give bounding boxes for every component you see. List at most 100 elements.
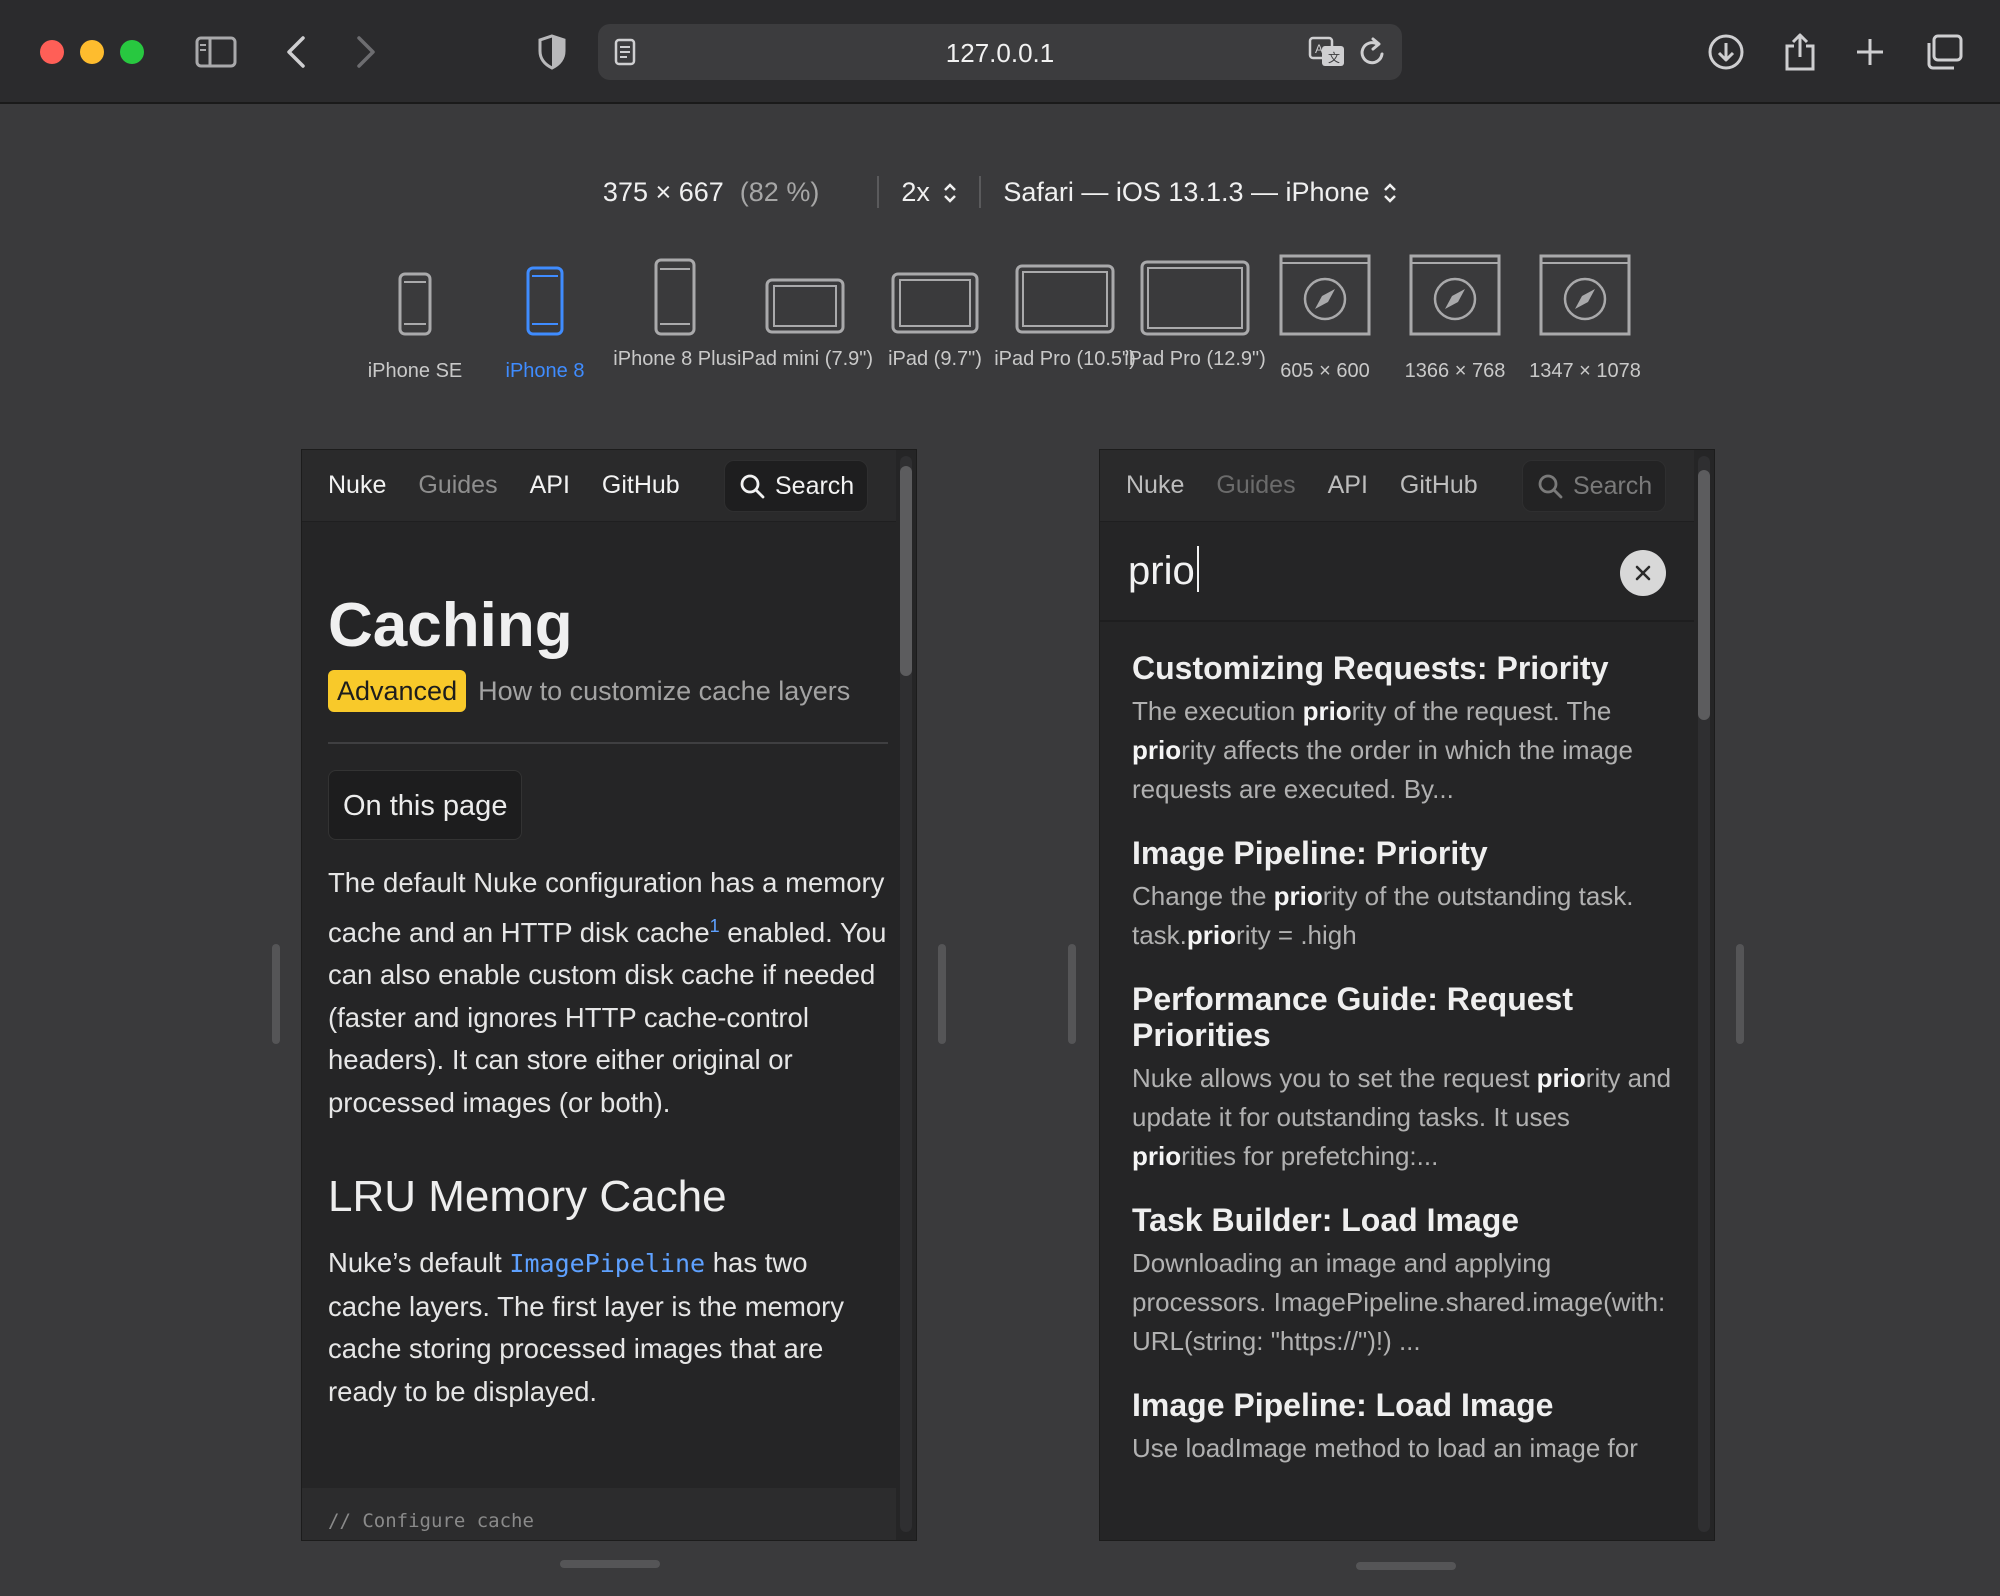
nav-link-guides[interactable]: Guides [418, 471, 497, 500]
search-button[interactable]: Search [724, 460, 868, 512]
result-snippet: Nuke allows you to set the request prior… [1132, 1063, 1672, 1171]
device-presets: iPhone SE iPhone 8 iPhone 8 Plus iPad mi… [0, 250, 2000, 400]
result-snippet: Downloading an image and applying proces… [1132, 1248, 1666, 1356]
section-heading: LRU Memory Cache [328, 1172, 727, 1222]
tablet-icon [765, 278, 845, 334]
level-badge: Advanced [328, 670, 467, 712]
search-result[interactable]: Image Pipeline: Load Image Use loadImage… [1132, 1387, 1672, 1468]
scrollbar-thumb[interactable] [900, 466, 912, 676]
svg-text:A: A [1315, 42, 1323, 56]
share-icon[interactable] [1776, 28, 1824, 76]
footnote-link[interactable]: 1 [710, 916, 720, 936]
user-agent-value: Safari — iOS 13.1.3 — iPhone [1003, 176, 1370, 207]
search-query[interactable]: prio [1128, 546, 1199, 594]
nav-link-nuke[interactable]: Nuke [1126, 471, 1184, 500]
new-tab-icon[interactable] [1846, 28, 1894, 76]
resize-handle-left[interactable] [272, 944, 280, 1044]
scrollbar[interactable] [900, 456, 912, 1532]
phone-icon [654, 258, 696, 336]
result-snippet: Use loadImage method to load an image fo… [1132, 1433, 1638, 1463]
page-subtitle: Advanced How to customize cache layers [328, 670, 888, 712]
nav-link-nuke[interactable]: Nuke [328, 471, 386, 500]
search-result[interactable]: Task Builder: Load Image Downloading an … [1132, 1202, 1672, 1361]
site-nav: Nuke Guides API GitHub Search [302, 450, 896, 522]
chevron-updown-icon [1384, 183, 1396, 204]
safari-window-icon [1409, 254, 1501, 336]
search-button-label: Search [775, 471, 855, 500]
search-icon [740, 474, 765, 499]
section-paragraph: Nuke’s default ImagePipeline has two cac… [328, 1247, 845, 1407]
privacy-shield-icon[interactable] [528, 28, 576, 76]
tab-overview-icon[interactable] [1920, 28, 1968, 76]
close-icon [1635, 565, 1651, 581]
downloads-icon[interactable] [1702, 28, 1750, 76]
address-bar[interactable]: 127.0.0.1 A文 [598, 24, 1402, 80]
result-title: Image Pipeline: Priority [1132, 835, 1488, 871]
search-button-label: Search [1573, 471, 1653, 500]
result-title: Image Pipeline: Load Image [1132, 1387, 1554, 1423]
minimize-window-button[interactable] [80, 40, 104, 64]
nav-link-github[interactable]: GitHub [1400, 471, 1478, 500]
nav-link-api[interactable]: API [530, 471, 570, 500]
page-title: Caching [328, 591, 573, 660]
phone-icon [398, 272, 432, 336]
search-input[interactable]: prio [1100, 522, 1694, 622]
search-button[interactable]: Search [1522, 460, 1666, 512]
viewport-dimensions: 375 × 667 [602, 176, 724, 207]
resize-handle-left[interactable] [1068, 944, 1076, 1044]
code-block: // Configure cache [302, 1488, 896, 1540]
clear-search-button[interactable] [1620, 550, 1666, 596]
viewport-portrait: Nuke Guides API GitHub Search Caching Ad… [302, 450, 916, 1540]
nav-link-guides[interactable]: Guides [1216, 471, 1295, 500]
reload-icon[interactable] [1358, 36, 1388, 73]
on-this-page-button[interactable]: On this page [328, 770, 523, 840]
resize-handle-bottom[interactable] [1356, 1562, 1456, 1570]
divider [877, 176, 880, 208]
scrollbar[interactable] [1698, 456, 1710, 1532]
divider [328, 742, 888, 744]
result-title: Task Builder: Load Image [1132, 1202, 1520, 1238]
result-snippet: The execution priority of the request. T… [1132, 696, 1633, 804]
scrollbar-thumb[interactable] [1698, 470, 1710, 720]
code-comment: // Configure cache [328, 1510, 534, 1532]
intro-paragraph: The default Nuke configuration has a mem… [328, 867, 887, 1118]
subtitle-text: How to customize cache layers [478, 676, 851, 706]
resize-handle-right[interactable] [1736, 944, 1744, 1044]
zoom-window-button[interactable] [120, 40, 144, 64]
resize-handle-bottom[interactable] [560, 1560, 660, 1568]
image-pipeline-link[interactable]: ImagePipeline [509, 1249, 705, 1278]
result-snippet: Change the priority of the outstanding t… [1132, 881, 1634, 950]
search-result[interactable]: Performance Guide: Request Priorities Nu… [1132, 981, 1672, 1176]
result-title: Performance Guide: Request Priorities [1132, 981, 1573, 1053]
pixel-ratio-value: 2x [901, 176, 930, 207]
tablet-icon [1015, 264, 1115, 334]
svg-text:文: 文 [1328, 50, 1340, 65]
resize-handle-right[interactable] [938, 944, 946, 1044]
site-nav: Nuke Guides API GitHub Search [1100, 450, 1694, 522]
safari-window-icon [1279, 254, 1371, 336]
user-agent-select[interactable]: Safari — iOS 13.1.3 — iPhone [1003, 177, 1397, 208]
sidebar-icon[interactable] [192, 28, 240, 76]
chevron-updown-icon [944, 183, 957, 204]
doc-content: Caching Advanced How to customize cache l… [328, 522, 888, 1413]
safari-window-icon [1539, 254, 1631, 336]
back-icon[interactable] [272, 28, 320, 76]
phone-icon [526, 266, 564, 336]
pixel-ratio-select[interactable]: 2x [901, 177, 957, 208]
text-caret [1196, 546, 1199, 592]
nav-link-api[interactable]: API [1328, 471, 1368, 500]
search-result[interactable]: Customizing Requests: Priority The execu… [1132, 650, 1672, 809]
divider [979, 176, 982, 208]
nav-link-github[interactable]: GitHub [602, 471, 680, 500]
translate-icon[interactable]: A文 [1308, 36, 1346, 73]
forward-icon[interactable] [342, 28, 390, 76]
tablet-icon [1140, 260, 1250, 336]
viewport-zoom-percent: (82 %) [739, 176, 820, 207]
viewport-search: Nuke Guides API GitHub Search prio Custo… [1100, 450, 1714, 1540]
url-text[interactable]: 127.0.0.1 [598, 38, 1402, 69]
search-icon [1538, 474, 1563, 499]
result-title: Customizing Requests: Priority [1132, 650, 1609, 686]
search-results: Customizing Requests: Priority The execu… [1132, 650, 1672, 1494]
search-result[interactable]: Image Pipeline: Priority Change the prio… [1132, 835, 1672, 955]
close-window-button[interactable] [40, 40, 64, 64]
